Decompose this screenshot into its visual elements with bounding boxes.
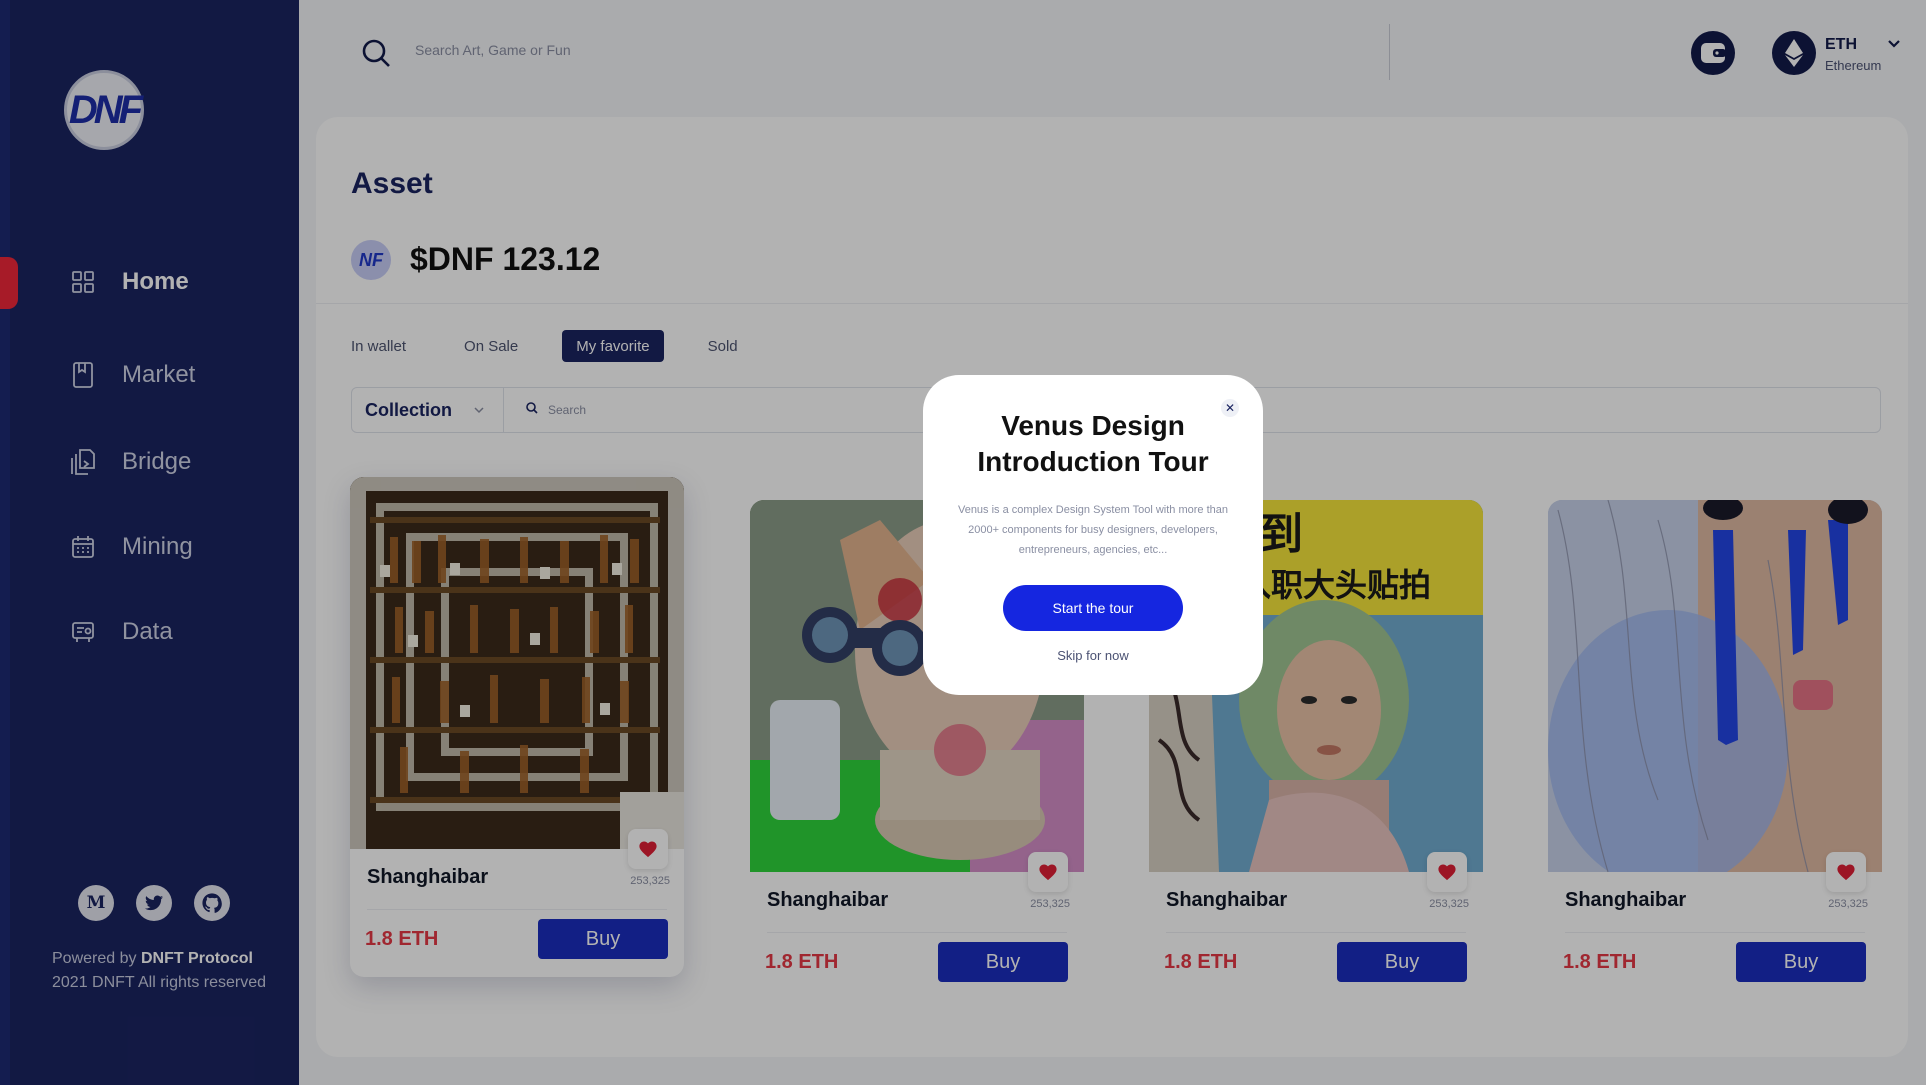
modal-description: Venus is a complex Design System Tool wi… (957, 504, 1229, 556)
modal-title: Venus Design Introduction Tour (977, 410, 1209, 477)
start-tour-button[interactable]: Start the tour (1003, 585, 1183, 631)
intro-tour-modal: ✕ Venus Design Introduction Tour Venus i… (923, 375, 1263, 695)
skip-link[interactable]: Skip for now (923, 648, 1263, 663)
